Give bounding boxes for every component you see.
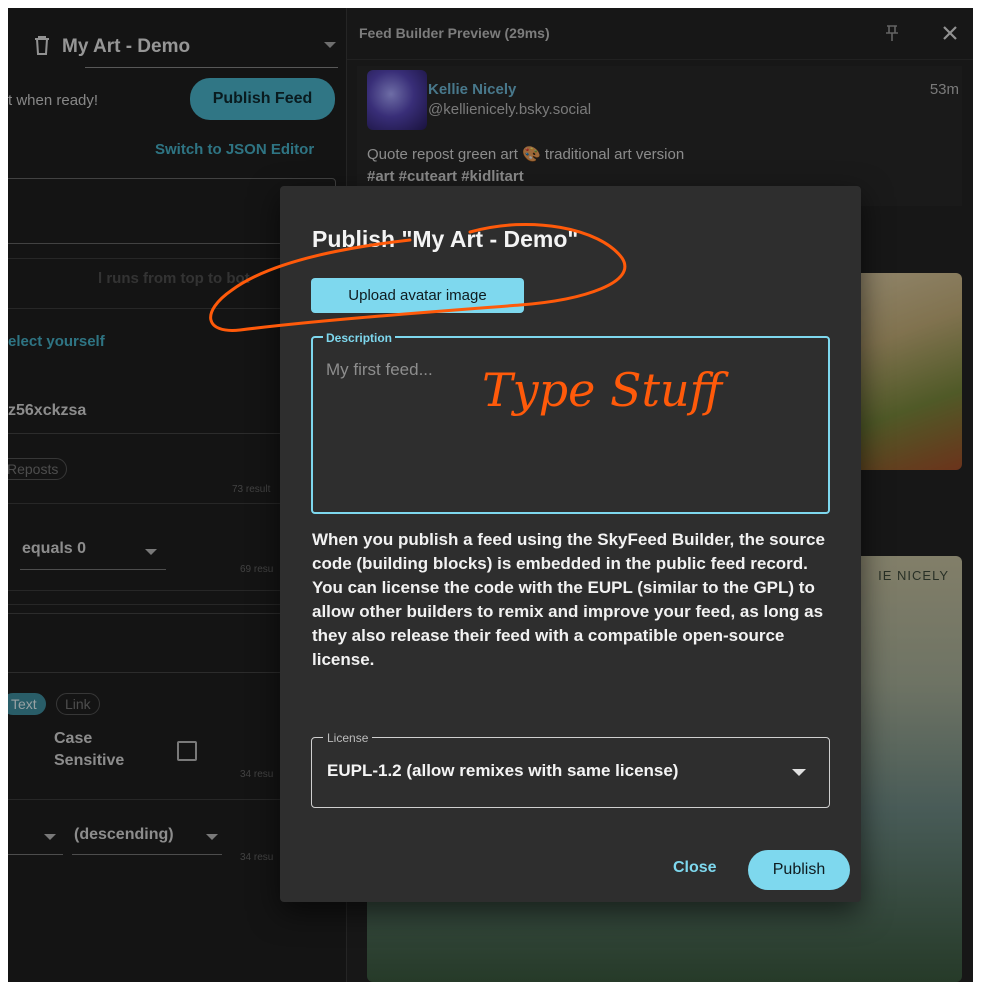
upload-avatar-button[interactable]: Upload avatar image <box>311 278 524 313</box>
publish-button[interactable]: Publish <box>748 850 850 890</box>
dialog-title: Publish "My Art - Demo" <box>312 226 579 252</box>
description-input[interactable] <box>326 358 806 382</box>
info-paragraph: When you publish a feed using the SkyFee… <box>312 530 825 573</box>
close-button[interactable]: Close <box>673 859 717 877</box>
license-label: License <box>323 731 373 745</box>
license-info: When you publish a feed using the SkyFee… <box>312 528 837 672</box>
description-label: Description <box>323 331 396 345</box>
info-paragraph: You can license the code with the EUPL (… <box>312 578 824 669</box>
chevron-down-icon[interactable] <box>792 769 806 776</box>
license-value[interactable]: EUPL-1.2 (allow remixes with same licens… <box>327 761 678 781</box>
publish-dialog: Publish "My Art - Demo" Upload avatar im… <box>280 186 861 902</box>
screenshot-stage: My Art - Demo t when ready! Publish Feed… <box>0 0 1003 982</box>
